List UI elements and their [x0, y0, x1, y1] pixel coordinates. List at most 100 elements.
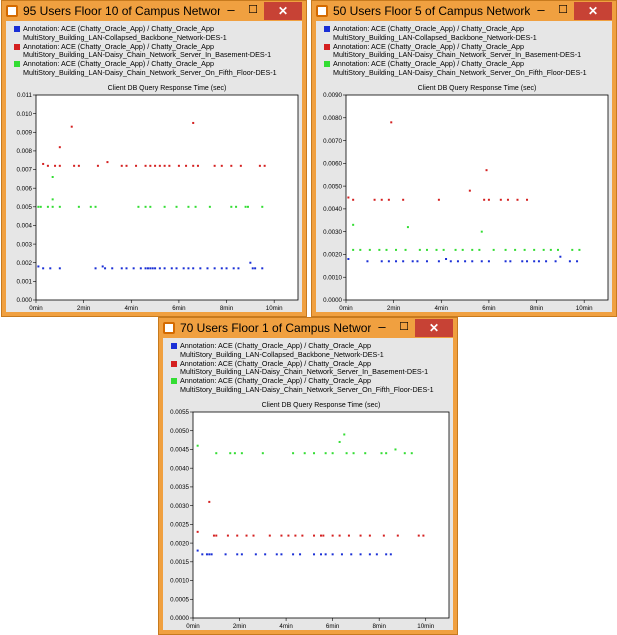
data-point	[352, 198, 355, 201]
scatter-chart: Client DB Query Response Time (sec) 0.000…	[323, 85, 609, 312]
window-client-area: Annotation: ACE (Chatty_Oracle_App) / Ch…	[6, 21, 302, 312]
data-point	[545, 260, 548, 263]
win-floor5-window[interactable]: 50 Users Floor 5 of Campus Network.Build…	[311, 0, 617, 317]
data-point	[106, 161, 109, 164]
y-tick-label: 0.0040	[170, 465, 189, 472]
data-point	[382, 534, 385, 537]
data-point	[196, 549, 199, 552]
chart-title: Client DB Query Response Time (sec)	[418, 85, 537, 92]
close-button[interactable]: ✕	[574, 2, 612, 20]
data-point	[292, 452, 295, 455]
data-point	[280, 534, 283, 537]
x-tick-label: 10min	[417, 623, 434, 630]
y-tick-label: 0.0000	[323, 297, 342, 304]
data-point	[163, 267, 166, 270]
data-point	[144, 205, 147, 208]
x-tick-label: 0min	[29, 305, 43, 312]
data-point	[387, 198, 390, 201]
data-point	[504, 260, 507, 263]
data-point	[380, 198, 383, 201]
data-point	[154, 267, 157, 270]
win-floor10-window[interactable]: 95 Users Floor 10 of Campus Network.Buil…	[1, 0, 307, 317]
legend-label: Annotation: ACE (Chatty_Oracle_App) / Ch…	[180, 358, 371, 368]
legend-label: Annotation: ACE (Chatty_Oracle_App) / Ch…	[23, 41, 214, 51]
x-tick-label: 8min	[372, 623, 386, 630]
data-point	[104, 267, 107, 270]
data-point	[158, 267, 161, 270]
data-point	[533, 260, 536, 263]
data-point	[521, 260, 524, 263]
data-point	[73, 164, 76, 167]
data-point	[375, 553, 378, 556]
close-button[interactable]: ✕	[264, 2, 302, 20]
data-point	[220, 267, 223, 270]
title-bar[interactable]: 95 Users Floor 10 of Campus Network.Buil…	[2, 1, 306, 21]
y-tick-label: 0.001	[17, 279, 33, 286]
title-bar[interactable]: 70 Users Floor 1 of Campus Network.Build…	[159, 318, 457, 338]
data-point	[350, 553, 353, 556]
data-point	[385, 248, 388, 251]
y-tick-label: 0.010	[17, 111, 33, 118]
title-bar[interactable]: 50 Users Floor 5 of Campus Network.Build…	[312, 1, 616, 21]
data-point	[338, 534, 341, 537]
data-point	[516, 198, 519, 201]
legend-sublabel: MultiStory_Building_LAN-Daisy_Chain_Netw…	[180, 384, 434, 394]
data-point	[192, 164, 195, 167]
y-tick-label: 0.0050	[323, 183, 342, 190]
data-point	[478, 248, 481, 251]
data-point	[244, 205, 247, 208]
data-point	[396, 534, 399, 537]
x-tick-label: 8min	[220, 305, 234, 312]
data-point	[364, 452, 367, 455]
data-point	[387, 260, 390, 263]
data-point	[437, 198, 440, 201]
data-point	[504, 248, 507, 251]
minimize-button[interactable]: –	[530, 2, 552, 20]
data-point	[514, 248, 517, 251]
data-point	[359, 553, 362, 556]
y-tick-label: 0.0090	[323, 92, 342, 99]
y-tick-label: 0.006	[17, 185, 33, 192]
legend-sublabel: MultiStory_Building_LAN-Daisy_Chain_Netw…	[23, 67, 277, 77]
minimize-button[interactable]: –	[371, 319, 393, 337]
data-point	[229, 452, 232, 455]
data-point	[287, 534, 290, 537]
window-title: 50 Users Floor 5 of Campus Network.Build…	[333, 4, 530, 18]
data-point	[77, 164, 80, 167]
data-point	[215, 534, 218, 537]
legend-label: Annotation: ACE (Chatty_Oracle_App) / Ch…	[333, 59, 524, 69]
data-point	[185, 164, 188, 167]
data-point	[410, 452, 413, 455]
data-point	[331, 553, 334, 556]
x-tick-label: 10min	[266, 305, 283, 312]
legend-swatch	[324, 61, 330, 68]
data-point	[263, 164, 266, 167]
data-point	[406, 226, 409, 229]
data-point	[182, 267, 185, 270]
data-point	[230, 164, 233, 167]
maximize-button[interactable]: ☐	[242, 2, 264, 20]
data-point	[403, 452, 406, 455]
y-tick-label: 0.008	[17, 148, 33, 155]
win-floor1-window[interactable]: 70 Users Floor 1 of Campus Network.Build…	[158, 317, 458, 635]
legend-swatch	[14, 61, 20, 68]
maximize-button[interactable]: ☐	[552, 2, 574, 20]
y-tick-label: 0.004	[17, 223, 33, 230]
maximize-button[interactable]: ☐	[393, 319, 415, 337]
data-point	[58, 205, 61, 208]
data-point	[54, 164, 57, 167]
minimize-button[interactable]: –	[220, 2, 242, 20]
chart-title: Client DB Query Response Time (sec)	[262, 402, 381, 409]
data-point	[261, 267, 264, 270]
data-point	[340, 553, 343, 556]
data-point	[196, 164, 199, 167]
data-point	[251, 267, 254, 270]
data-point	[226, 534, 229, 537]
data-point	[58, 164, 61, 167]
data-point	[236, 553, 239, 556]
legend-swatch	[324, 43, 330, 50]
close-button[interactable]: ✕	[415, 319, 453, 337]
data-point	[389, 553, 392, 556]
data-point	[320, 553, 322, 556]
data-point	[480, 230, 483, 233]
